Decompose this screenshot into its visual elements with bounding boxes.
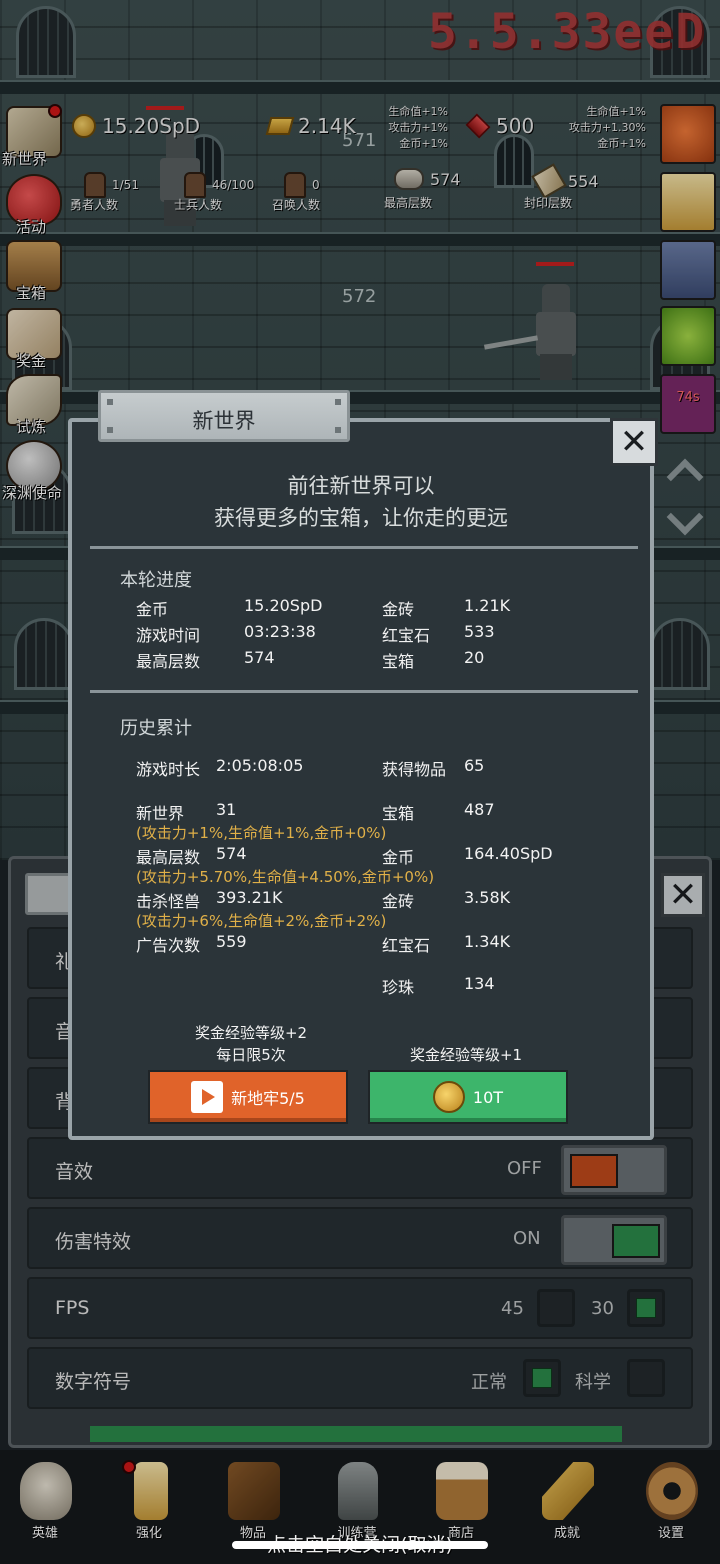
stat-value: 134 xyxy=(464,974,495,993)
stat-key: 金砖 xyxy=(382,892,415,911)
stat-value: 1.21K xyxy=(464,596,511,615)
stat-key: 宝箱 xyxy=(382,652,415,671)
stat-key: 最高层数 xyxy=(136,652,201,671)
stat-key: 红宝石 xyxy=(382,626,431,645)
stat-value: 2:05:08:05 xyxy=(216,756,304,775)
divider xyxy=(90,546,638,549)
left-button-caption: 奖金经验等级+2 每日限5次 xyxy=(146,1022,356,1066)
stat-key: 获得物品 xyxy=(382,760,447,779)
stat-value: 164.40SpD xyxy=(464,844,553,863)
new-dungeon-ad-button[interactable]: 新地牢5/5 xyxy=(148,1070,348,1124)
stat-key: 珍珠 xyxy=(382,978,415,997)
stat-key: 广告次数 xyxy=(136,936,201,955)
stat-value: 31 xyxy=(216,800,237,819)
caption-line: 奖金经验等级+2 xyxy=(194,1024,308,1042)
right-button-caption: 奖金经验等级+1 xyxy=(409,1046,523,1064)
round-progress-title: 本轮进度 xyxy=(120,570,192,591)
bonus-text: (攻击力+1%,生命值+1%,金币+0%) xyxy=(136,824,387,842)
dialog-title-tab: 新世界 xyxy=(98,390,350,442)
stat-value: 20 xyxy=(464,648,485,667)
stat-value: 03:23:38 xyxy=(244,622,316,641)
stat-value: 15.20SpD xyxy=(244,596,323,615)
button-label: 新地牢5/5 xyxy=(231,1089,305,1108)
stat-value: 559 xyxy=(216,932,247,951)
caption-line: 每日限5次 xyxy=(216,1046,286,1064)
video-play-icon xyxy=(191,1081,224,1113)
dialog-title: 新世界 xyxy=(192,409,256,433)
stat-key: 红宝石 xyxy=(382,936,431,955)
stat-key: 金砖 xyxy=(382,600,415,619)
stat-key: 金币 xyxy=(382,848,415,867)
bonus-text: (攻击力+6%,生命值+2%,金币+2%) xyxy=(136,912,387,930)
dialog-intro-line: 前往新世界可以 xyxy=(287,474,435,498)
stat-key: 游戏时长 xyxy=(136,760,201,779)
stat-key: 击杀怪兽 xyxy=(136,892,201,911)
close-icon: ✕ xyxy=(619,422,649,462)
stat-value: 487 xyxy=(464,800,495,819)
dialog-close-button[interactable]: ✕ xyxy=(610,418,658,466)
home-indicator[interactable] xyxy=(232,1541,488,1549)
new-world-coin-button[interactable]: 10T xyxy=(368,1070,568,1124)
new-world-dialog: 前往新世界可以 获得更多的宝箱，让你走的更远 本轮进度 金币 15.20SpD … xyxy=(68,418,654,1140)
stat-value: 393.21K xyxy=(216,888,283,907)
stat-value: 3.58K xyxy=(464,888,511,907)
stat-value: 574 xyxy=(244,648,275,667)
stat-key: 最高层数 xyxy=(136,848,201,867)
stat-key: 新世界 xyxy=(136,804,185,823)
stat-value: 65 xyxy=(464,756,485,775)
dialog-intro-line: 获得更多的宝箱，让你走的更远 xyxy=(214,506,508,530)
stat-key: 金币 xyxy=(136,600,169,619)
history-title: 历史累计 xyxy=(120,718,192,739)
divider xyxy=(90,690,638,693)
coin-icon xyxy=(432,1081,465,1113)
stat-key: 宝箱 xyxy=(382,804,415,823)
stat-key: 游戏时间 xyxy=(136,626,201,645)
bonus-text: (攻击力+5.70%,生命值+4.50%,金币+0%) xyxy=(136,868,435,886)
button-label: 10T xyxy=(472,1087,504,1107)
stat-value: 1.34K xyxy=(464,932,511,951)
stat-value: 533 xyxy=(464,622,495,641)
stat-value: 574 xyxy=(216,844,247,863)
